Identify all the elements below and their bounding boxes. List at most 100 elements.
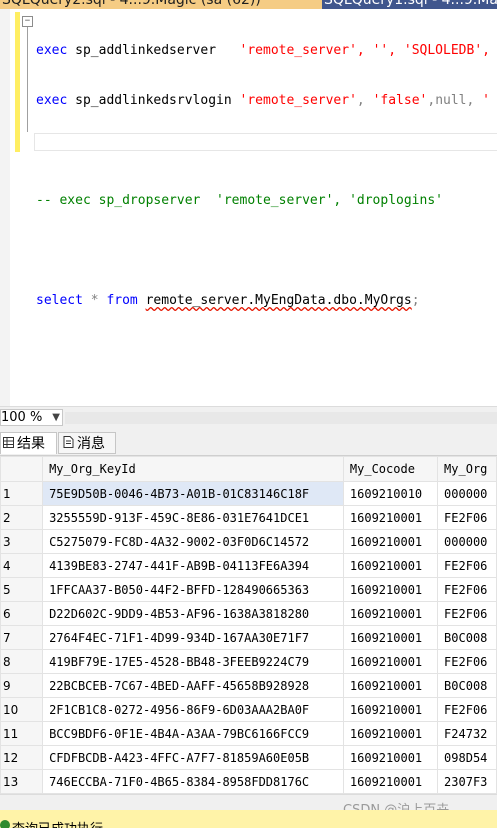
- cell-cocode[interactable]: 1609210001: [342, 649, 439, 674]
- tab-results[interactable]: 结果: [0, 432, 57, 454]
- table-row[interactable]: 5 1FFCAA37-B050-44F2-BFFD-128490665363 160…: [0, 577, 497, 602]
- zoom-select[interactable]: 100 % ▼: [0, 409, 63, 426]
- cell-cocode[interactable]: 1609210001: [342, 673, 439, 698]
- row-number-header[interactable]: [0, 456, 44, 482]
- semicolon: ;: [411, 293, 420, 308]
- keyword-from: from: [106, 293, 138, 308]
- cell-cocode[interactable]: 1609210001: [342, 553, 439, 578]
- cell-org-keyid[interactable]: 2F1CB1C8-0272-4956-86F9-6D03AAA2BA0F: [42, 697, 344, 722]
- tab-sqlquery2[interactable]: SQLQuery2.sql - 4...9.Magic (sa (62)): [0, 0, 324, 9]
- cell-org-keyid[interactable]: BCC9BDF6-0F1E-4B4A-A3AA-79BC6166FCC9: [42, 721, 344, 746]
- table-row[interactable]: 12 CFDFBCDB-A423-4FFC-A7F7-81859A60E05B 16…: [0, 745, 497, 770]
- cell-org-keyid[interactable]: 746ECCBA-71F0-4B65-8384-8958FDD8176C: [42, 769, 344, 794]
- outline-guide: [27, 27, 28, 132]
- row-number[interactable]: 1: [0, 481, 44, 506]
- cell-org[interactable]: B0C008: [437, 625, 497, 650]
- row-number[interactable]: 9: [0, 673, 44, 698]
- column-header[interactable]: My_Cocode: [342, 456, 439, 482]
- column-header[interactable]: My_Org: [437, 456, 497, 482]
- cell-org-keyid[interactable]: 1FFCAA37-B050-44F2-BFFD-128490665363: [42, 577, 344, 602]
- cell-org[interactable]: F24732: [437, 721, 497, 746]
- cell-cocode[interactable]: 1609210001: [342, 577, 439, 602]
- table-row[interactable]: 13 746ECCBA-71F0-4B65-8384-8958FDD8176C 16…: [0, 769, 497, 794]
- cell-org-keyid[interactable]: 4139BE83-2747-441F-AB9B-04113FE6A394: [42, 553, 344, 578]
- table-row[interactable]: 8 419BF79E-17E5-4528-BB48-3FEEB9224C79 160…: [0, 649, 497, 674]
- table-row[interactable]: 1 75E9D50B-0046-4B73-A01B-01C83146C18F 160…: [0, 481, 497, 506]
- tab-sqlquery1[interactable]: SQLQuery1.sql - 4...9.Magic: [322, 0, 497, 9]
- row-number[interactable]: 12: [0, 745, 44, 770]
- query-editor[interactable]: − exec sp_addlinkedserver 'remote_server…: [0, 9, 497, 406]
- table-row[interactable]: 11 BCC9BDF6-0F1E-4B4A-A3AA-79BC6166FCC9 16…: [0, 721, 497, 746]
- cell-org[interactable]: FE2F06: [437, 649, 497, 674]
- string-arg: 'remote_server': [239, 93, 357, 108]
- cell-org[interactable]: FE2F06: [437, 577, 497, 602]
- table-row[interactable]: 9 22BCBCEB-7C67-4BED-AAFF-45658B928928 160…: [0, 673, 497, 698]
- cell-org-keyid[interactable]: 22BCBCEB-7C67-4BED-AAFF-45658B928928: [42, 673, 344, 698]
- cell-cocode[interactable]: 1609210001: [342, 625, 439, 650]
- table-row[interactable]: 7 2764F4EC-71F1-4D99-934D-167AA30E71F7 160…: [0, 625, 497, 650]
- row-number[interactable]: 8: [0, 649, 44, 674]
- results-grid[interactable]: My_Org_KeyId My_Cocode My_Org 1 75E9D50B-…: [0, 456, 497, 794]
- row-number[interactable]: 6: [0, 601, 44, 626]
- string-arg: ': [482, 93, 490, 108]
- row-number[interactable]: 5: [0, 577, 44, 602]
- editor-gutter: [0, 9, 10, 406]
- cell-org[interactable]: 098D54: [437, 745, 497, 770]
- cell-org[interactable]: FE2F06: [437, 601, 497, 626]
- cell-org[interactable]: 000000: [437, 529, 497, 554]
- collapse-toggle-icon[interactable]: −: [22, 16, 33, 27]
- row-number[interactable]: 7: [0, 625, 44, 650]
- cell-org-keyid[interactable]: CFDFBCDB-A423-4FFC-A7F7-81859A60E05B: [42, 745, 344, 770]
- cell-org[interactable]: 2307F3: [437, 769, 497, 794]
- row-number[interactable]: 13: [0, 769, 44, 794]
- code-line-4-comment: -- exec sp_dropserver 'remote_server', '…: [36, 193, 443, 208]
- editor-zoom-bar: 100 % ▼: [0, 406, 497, 429]
- cell-org[interactable]: 000000: [437, 481, 497, 506]
- cell-org-keyid[interactable]: 3255559D-913F-459C-8E86-031E7641DCE1: [42, 505, 344, 530]
- row-number[interactable]: 11: [0, 721, 44, 746]
- grid-icon: [3, 433, 14, 455]
- string-arg: 'false': [372, 93, 428, 108]
- code-text[interactable]: exec sp_addlinkedserver 'remote_server',…: [36, 11, 490, 341]
- column-header[interactable]: My_Org_KeyId: [42, 456, 344, 482]
- row-number[interactable]: 3: [0, 529, 44, 554]
- cell-cocode[interactable]: 1609210001: [342, 505, 439, 530]
- cell-cocode[interactable]: 1609210001: [342, 745, 439, 770]
- chevron-down-icon[interactable]: ▼: [52, 410, 60, 425]
- cell-org[interactable]: FE2F06: [437, 553, 497, 578]
- tab-messages[interactable]: 消息: [58, 432, 116, 454]
- document-tab-strip: SQLQuery2.sql - 4...9.Magic (sa (62)) SQ…: [0, 0, 497, 9]
- cell-cocode[interactable]: 1609210001: [342, 601, 439, 626]
- horizontal-scrollbar[interactable]: [65, 412, 497, 424]
- cell-org-keyid[interactable]: D22D602C-9DD9-4B53-AF96-1638A3818280: [42, 601, 344, 626]
- cell-org[interactable]: FE2F06: [437, 697, 497, 722]
- row-number[interactable]: 4: [0, 553, 44, 578]
- table-row[interactable]: 2 3255559D-913F-459C-8E86-031E7641DCE1 160…: [0, 505, 497, 530]
- cell-cocode[interactable]: 1609210001: [342, 769, 439, 794]
- row-number[interactable]: 10: [0, 697, 44, 722]
- table-row[interactable]: 10 2F1CB1C8-0272-4956-86F9-6D03AAA2BA0F 16…: [0, 697, 497, 722]
- keyword-exec: exec: [36, 93, 68, 108]
- string-args: 'remote_server', '', 'SQLOLEDB',: [239, 43, 490, 58]
- cell-org[interactable]: FE2F06: [437, 505, 497, 530]
- row-number[interactable]: 2: [0, 505, 44, 530]
- cell-org-keyid[interactable]: 419BF79E-17E5-4528-BB48-3FEEB9224C79: [42, 649, 344, 674]
- cell-org-keyid[interactable]: 75E9D50B-0046-4B73-A01B-01C83146C18F: [42, 481, 344, 506]
- cell-org-keyid[interactable]: 2764F4EC-71F1-4D99-934D-167AA30E71F7: [42, 625, 344, 650]
- table-row[interactable]: 3 C5275079-FC8D-4A32-9002-03F0D6C14572 160…: [0, 529, 497, 554]
- message-icon: [63, 433, 74, 455]
- table-row[interactable]: 6 D22D602C-9DD9-4B53-AF96-1638A3818280 160…: [0, 601, 497, 626]
- cell-cocode[interactable]: 1609210010: [342, 481, 439, 506]
- cell-cocode[interactable]: 1609210001: [342, 529, 439, 554]
- cell-org-keyid[interactable]: C5275079-FC8D-4A32-9002-03F0D6C14572: [42, 529, 344, 554]
- cell-cocode[interactable]: 1609210001: [342, 697, 439, 722]
- table-reference: remote_server.MyEngData.dbo.MyOrgs: [145, 293, 412, 308]
- cell-org[interactable]: B0C008: [437, 673, 497, 698]
- tab-results-label: 结果: [17, 436, 45, 452]
- table-row[interactable]: 4 4139BE83-2747-441F-AB9B-04113FE6A394 160…: [0, 553, 497, 578]
- results-tab-strip: 结果 消息: [0, 429, 497, 456]
- cell-cocode[interactable]: 1609210001: [342, 721, 439, 746]
- code-line-1: exec sp_addlinkedserver 'remote_server',…: [36, 41, 490, 61]
